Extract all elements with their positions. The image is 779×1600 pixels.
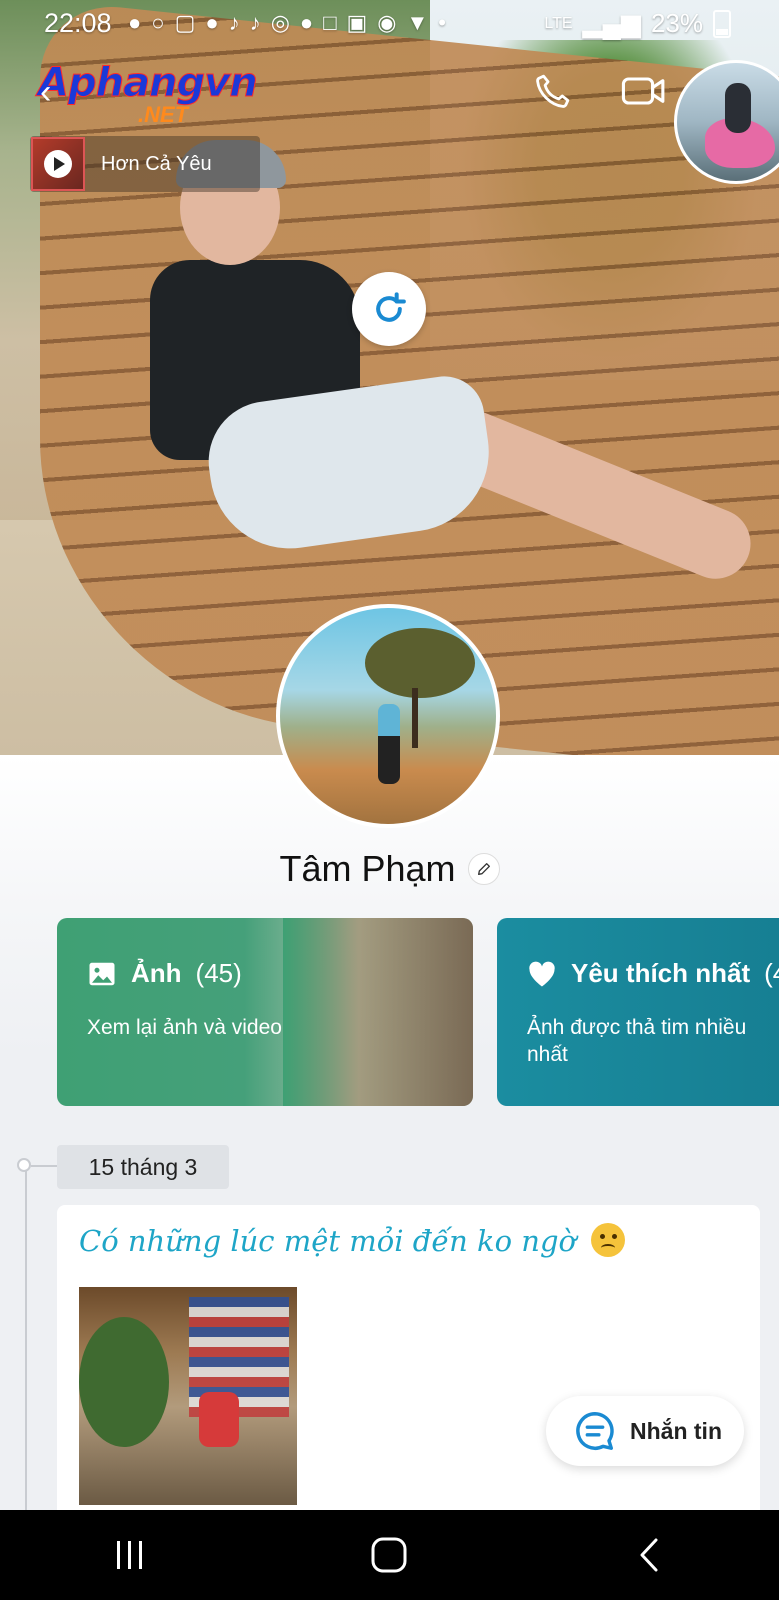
notification-icons: ● ○ ▢ ● ♪ ♪ ◎ ● □ ▣ ◉ ▼ • bbox=[128, 10, 446, 36]
photos-card-header: Ảnh (45) bbox=[87, 958, 242, 989]
battery-percent: 23% bbox=[650, 8, 703, 38]
battery-icon bbox=[713, 9, 731, 38]
recent-apps-icon bbox=[116, 1541, 142, 1569]
message-button-label: Nhắn tin bbox=[630, 1417, 722, 1444]
status-time: 22:08 bbox=[44, 8, 112, 38]
recent-apps-button[interactable] bbox=[90, 1525, 170, 1585]
favorites-card-subtitle: Ảnh được thả tim nhiều nhất bbox=[527, 1016, 747, 1066]
pencil-icon bbox=[477, 863, 490, 875]
refresh-icon bbox=[376, 292, 406, 322]
photos-card[interactable]: Ảnh (45) Xem lại ảnh và video bbox=[57, 918, 473, 1106]
music-title: Hơn Cả Yêu bbox=[101, 152, 212, 175]
change-cover-button[interactable] bbox=[352, 272, 426, 346]
image-icon bbox=[89, 962, 115, 985]
photos-card-count: (45) bbox=[195, 958, 242, 988]
status-right: LTE ▂▄▆ 23% bbox=[544, 8, 731, 39]
post-text: Có những lúc mệt mỏi đến ko ngờ bbox=[79, 1224, 577, 1258]
video-camera-icon bbox=[621, 77, 665, 105]
person-add-icon: ● bbox=[128, 10, 142, 35]
photos-card-background bbox=[283, 918, 473, 1106]
favorites-card-title: Yêu thích nhất bbox=[571, 958, 751, 988]
home-icon bbox=[371, 1537, 407, 1573]
watermark-brand: Aphangvn bbox=[38, 60, 259, 107]
system-nav-bar bbox=[0, 1510, 779, 1600]
profile-music-chip[interactable]: Hơn Cả Yêu bbox=[30, 136, 260, 192]
profile-name: Tâm Phạm bbox=[279, 848, 456, 889]
cover-person bbox=[110, 140, 762, 610]
dot-icon: • bbox=[438, 10, 446, 35]
zalo-icon: ▣ bbox=[346, 10, 368, 35]
instagram-icon: ▢ bbox=[174, 10, 196, 35]
timeline-date: 15 tháng 3 bbox=[57, 1145, 229, 1189]
chat-icon: □ bbox=[323, 10, 337, 35]
profile-avatar[interactable] bbox=[276, 604, 500, 828]
photos-card-subtitle: Xem lại ảnh và video bbox=[87, 1016, 282, 1039]
chevron-left-icon[interactable]: ‹ bbox=[40, 75, 64, 109]
signal-icon: ▂▄▆ bbox=[582, 8, 641, 38]
heart-icon bbox=[529, 961, 555, 986]
hotspot-icon: ◎ bbox=[270, 10, 290, 35]
facebook-icon: ● bbox=[205, 10, 219, 35]
tiktok-icon: ♪ bbox=[249, 10, 261, 35]
post-text-row: Có những lúc mệt mỏi đến ko ngờ bbox=[79, 1223, 626, 1258]
edit-name-button[interactable] bbox=[467, 853, 500, 885]
call-button[interactable] bbox=[532, 70, 574, 112]
post-photo[interactable] bbox=[79, 1287, 297, 1505]
watermark-logo: Aphangvn .NET bbox=[38, 60, 278, 130]
status-bar: 22:08 ● ○ ▢ ● ♪ ♪ ◎ ● □ ▣ ◉ ▼ • LTE ▂▄▆ … bbox=[0, 0, 779, 46]
person-add-icon: ● bbox=[299, 10, 314, 35]
message-button[interactable]: Nhắn tin bbox=[546, 1396, 744, 1466]
phone-icon bbox=[536, 74, 570, 108]
home-button[interactable] bbox=[349, 1525, 429, 1585]
photos-card-title: Ảnh bbox=[131, 958, 182, 988]
network-type: LTE bbox=[544, 14, 573, 32]
back-icon bbox=[640, 1538, 658, 1572]
play-icon[interactable] bbox=[44, 150, 72, 178]
chat-bubble-icon bbox=[576, 1412, 614, 1450]
favorites-card-count: (4 bbox=[764, 958, 779, 988]
profile-name-row: Tâm Phạm bbox=[0, 848, 779, 890]
favorites-card-header: Yêu thích nhất (4 bbox=[527, 958, 779, 989]
video-call-button[interactable] bbox=[620, 70, 665, 112]
messenger-icon: ◉ bbox=[377, 10, 397, 35]
facebook-icon: ○ bbox=[151, 10, 165, 35]
watermark-suffix: .NET bbox=[138, 102, 189, 127]
timeline-line bbox=[25, 1165, 27, 1515]
music-thumbnail bbox=[31, 137, 85, 191]
tiktok-icon: ♪ bbox=[228, 10, 240, 35]
confused-face-emoji bbox=[591, 1223, 626, 1257]
location-icon: ▼ bbox=[406, 10, 429, 35]
timeline-tick bbox=[31, 1165, 57, 1167]
back-button[interactable] bbox=[609, 1525, 689, 1585]
timeline-dot bbox=[17, 1158, 31, 1172]
favorites-card[interactable]: Yêu thích nhất (4 Ảnh được thả tim nhiều… bbox=[497, 918, 779, 1106]
timeline-post[interactable]: Có những lúc mệt mỏi đến ko ngờ bbox=[57, 1205, 760, 1525]
